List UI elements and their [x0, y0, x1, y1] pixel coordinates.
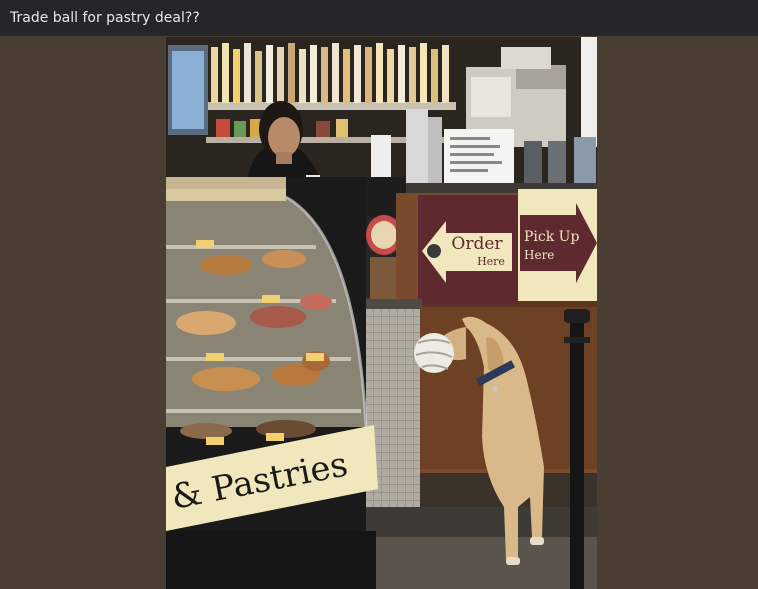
order-sign-label: Order [451, 234, 503, 254]
order-sign: Order Here [418, 195, 518, 305]
pickup-sign-label: Pick Up [524, 229, 579, 245]
photo[interactable]: Order Here Pick Up Here & Pastries [166, 37, 597, 589]
pastry-case: & Pastries [166, 177, 378, 589]
photo-scene: Order Here Pick Up Here & Pastries [166, 37, 597, 589]
post-title: Trade ball for pastry deal?? [10, 10, 200, 26]
pickup-sign-sub: Here [524, 248, 554, 262]
title-bar: Trade ball for pastry deal?? [0, 0, 758, 36]
pickup-sign: Pick Up Here [518, 189, 597, 301]
image-viewer: Trade ball for pastry deal?? Order Here … [0, 0, 758, 589]
order-sign-sub: Here [477, 255, 505, 268]
